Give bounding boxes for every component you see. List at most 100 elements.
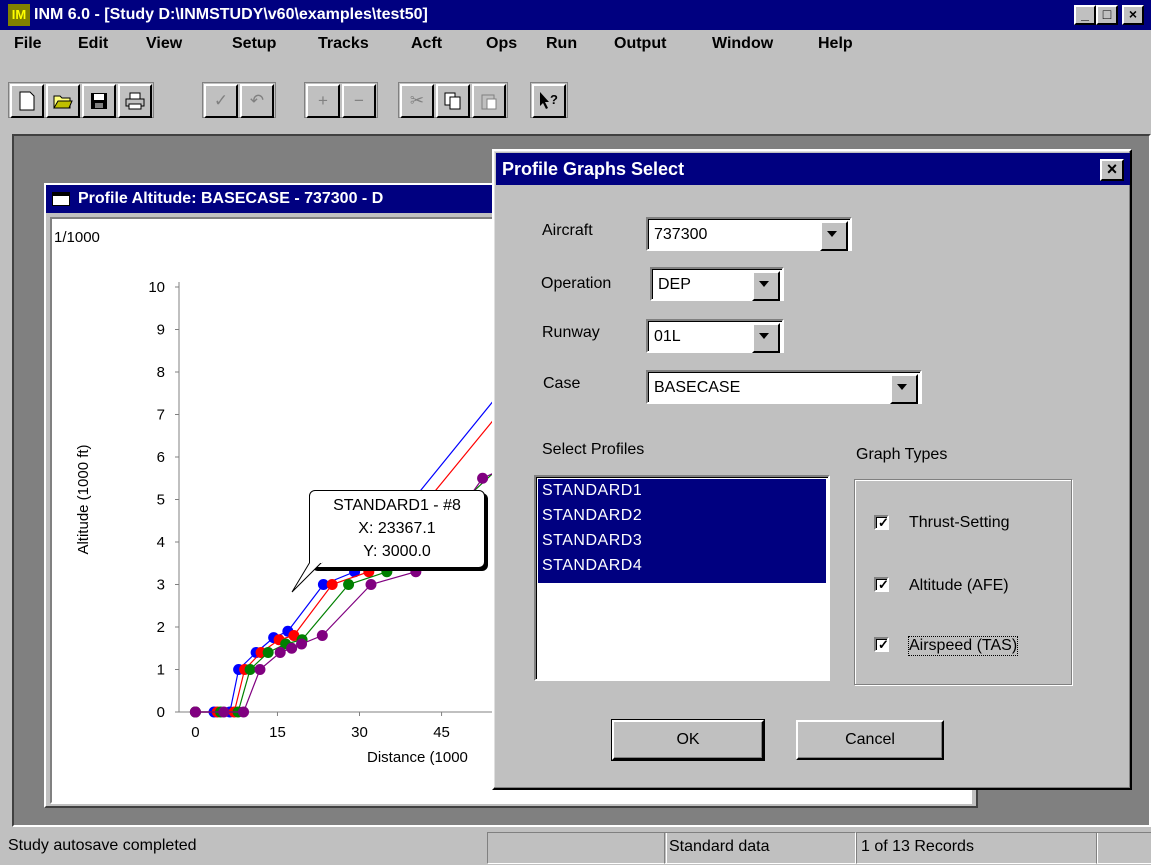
menu-file[interactable]: File	[14, 35, 42, 53]
save-icon[interactable]	[82, 84, 116, 118]
status-panel-empty	[487, 832, 667, 864]
data-point-standard4	[477, 472, 489, 484]
chevron-down-icon[interactable]	[752, 323, 780, 353]
maximize-button[interactable]: □	[1096, 5, 1118, 25]
y-tick-label: 9	[157, 322, 165, 339]
chevron-down-icon[interactable]	[752, 271, 780, 301]
size-grip[interactable]	[1096, 832, 1151, 864]
data-point-standard2	[326, 579, 338, 590]
svg-text:?: ?	[550, 92, 558, 107]
status-records: 1 of 13 Records	[856, 832, 1098, 864]
aircraft-value: 737300	[654, 226, 708, 243]
menu-tracks[interactable]: Tracks	[318, 35, 369, 53]
y-tick-label: 7	[157, 407, 165, 424]
menu-window[interactable]: Window	[712, 35, 773, 53]
list-item-standard4[interactable]: STANDARD4	[542, 557, 642, 575]
menu-help[interactable]: Help	[818, 35, 853, 53]
dialog-title-bar[interactable]: Profile Graphs Select ×	[496, 153, 1130, 185]
tooltip-y: Y: 3000.0	[363, 543, 431, 560]
x-tick-label: 15	[269, 724, 286, 741]
minus-icon[interactable]: −	[342, 84, 376, 118]
data-point-standard3	[262, 647, 274, 658]
airspeed-checkbox[interactable]: ✓	[874, 637, 889, 652]
runway-label: Runway	[542, 324, 600, 341]
case-value: BASECASE	[654, 379, 741, 396]
operation-select[interactable]: DEP	[650, 267, 784, 301]
data-point-standard4	[189, 706, 201, 718]
data-point-standard4	[274, 647, 286, 658]
profiles-listbox[interactable]: STANDARD1 STANDARD2 STANDARD3 STANDARD4	[534, 475, 830, 681]
y-tick-label: 10	[148, 279, 165, 296]
x-tick-label: 30	[351, 724, 368, 741]
menu-acft[interactable]: Acft	[411, 35, 442, 53]
data-point-standard4	[286, 642, 298, 654]
open-icon[interactable]	[46, 84, 80, 118]
case-label: Case	[543, 375, 581, 392]
add-remove-toolbar-group: + −	[304, 82, 378, 118]
x-tick-label: 0	[191, 724, 199, 741]
copy-icon[interactable]	[436, 84, 470, 118]
clipboard-toolbar-group: ✂	[398, 82, 508, 118]
menu-run[interactable]: Run	[546, 35, 577, 53]
list-item-standard2[interactable]: STANDARD2	[542, 507, 642, 525]
minimize-button[interactable]: _	[1074, 5, 1096, 25]
x-axis-label: Distance (1000	[367, 749, 468, 766]
menu-setup[interactable]: Setup	[232, 35, 276, 53]
data-point-standard4	[218, 706, 230, 718]
airspeed-label[interactable]: Airspeed (TAS)	[907, 636, 1019, 656]
dialog-close-button[interactable]: ×	[1100, 159, 1124, 181]
tooltip-series: STANDARD1 - #8	[333, 497, 461, 514]
data-point-standard4	[316, 630, 328, 641]
altitude-checkbox[interactable]: ✓	[874, 577, 889, 592]
check-icon[interactable]: ✓	[204, 84, 238, 118]
case-select[interactable]: BASECASE	[646, 370, 922, 404]
aircraft-select[interactable]: 737300	[646, 217, 852, 251]
x-tick-label: 45	[433, 724, 450, 741]
menu-bar: File Edit View Setup Tracks Acft Ops Run…	[0, 30, 1151, 60]
y-tick-label: 4	[157, 534, 165, 551]
plus-icon[interactable]: +	[306, 84, 340, 118]
status-message: Study autosave completed	[8, 837, 197, 854]
altitude-label[interactable]: Altitude (AFE)	[909, 577, 1009, 595]
menu-edit[interactable]: Edit	[78, 35, 108, 53]
new-icon[interactable]	[10, 84, 44, 118]
help-toolbar-group: ?	[530, 82, 568, 118]
status-bar: Study autosave completed Standard data 1…	[0, 829, 1151, 865]
cancel-button[interactable]: Cancel	[796, 720, 944, 760]
graph-types-label: Graph Types	[856, 446, 948, 463]
data-point-standard4	[365, 579, 377, 590]
window-title: INM 6.0 - [Study D:\INMSTUDY\v60\example…	[34, 6, 428, 23]
undo-icon[interactable]: ↶	[240, 84, 274, 118]
y-axis-label: Altitude (1000 ft)	[75, 444, 92, 554]
app-logo-icon: IM	[8, 4, 30, 26]
operation-value: DEP	[658, 276, 691, 293]
cut-icon[interactable]: ✂	[400, 84, 434, 118]
list-item-standard3[interactable]: STANDARD3	[542, 532, 642, 550]
ok-button[interactable]: OK	[611, 719, 765, 761]
y-tick-label: 1	[157, 662, 165, 679]
runway-select[interactable]: 01L	[646, 319, 784, 353]
edit-toolbar-group: ✓ ↶	[202, 82, 276, 118]
paste-icon[interactable]	[472, 84, 506, 118]
close-button[interactable]: ×	[1122, 5, 1144, 25]
menu-output[interactable]: Output	[614, 35, 666, 53]
runway-value: 01L	[654, 328, 681, 345]
chevron-down-icon[interactable]	[890, 374, 918, 404]
window-menu-icon[interactable]	[52, 192, 70, 206]
file-toolbar-group	[8, 82, 154, 118]
help-cursor-icon[interactable]: ?	[532, 84, 566, 118]
data-point-standard4	[254, 664, 266, 675]
dialog-title: Profile Graphs Select	[502, 159, 685, 179]
tooltip-pointer	[291, 560, 323, 593]
print-icon[interactable]	[118, 84, 152, 118]
y-tick-label: 8	[157, 364, 165, 381]
thrust-label[interactable]: Thrust-Setting	[909, 514, 1009, 532]
y-tick-label: 6	[157, 449, 165, 466]
chevron-down-icon[interactable]	[820, 221, 848, 251]
checkmark-icon: ✓	[878, 637, 889, 652]
thrust-checkbox[interactable]: ✓	[874, 515, 889, 530]
menu-view[interactable]: View	[146, 35, 182, 53]
list-item-standard1[interactable]: STANDARD1	[542, 482, 642, 500]
title-bar[interactable]: IM INM 6.0 - [Study D:\INMSTUDY\v60\exam…	[0, 0, 1151, 30]
menu-ops[interactable]: Ops	[486, 35, 517, 53]
